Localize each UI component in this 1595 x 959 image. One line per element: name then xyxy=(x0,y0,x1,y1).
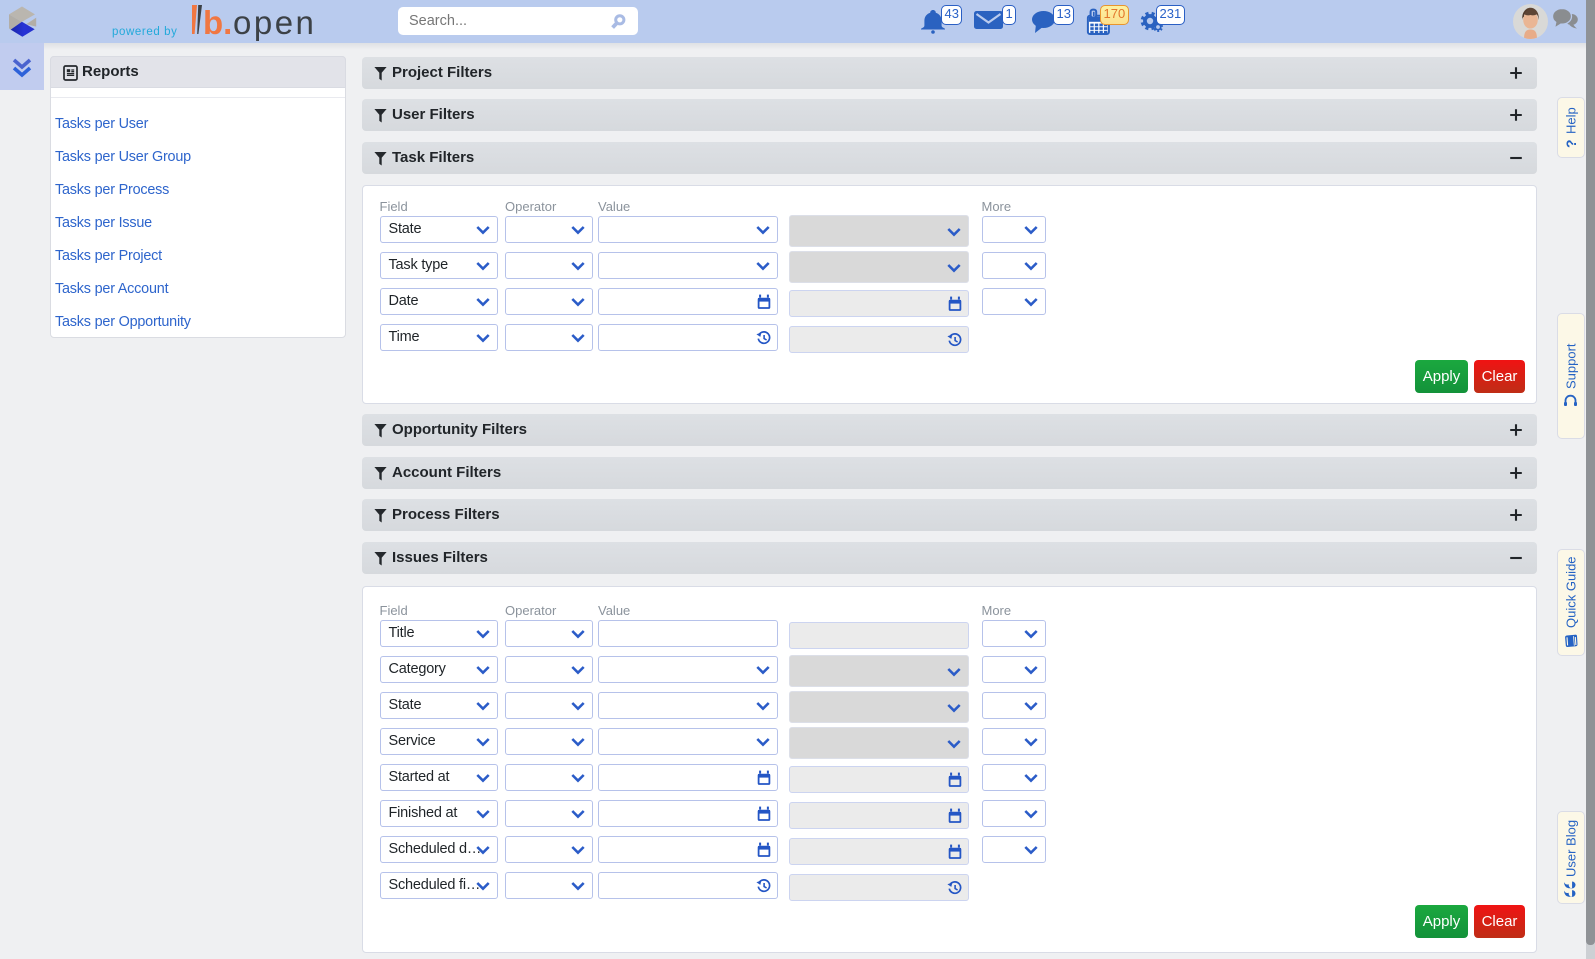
svg-text:open: open xyxy=(233,4,316,41)
svg-text:b.: b. xyxy=(203,4,232,41)
